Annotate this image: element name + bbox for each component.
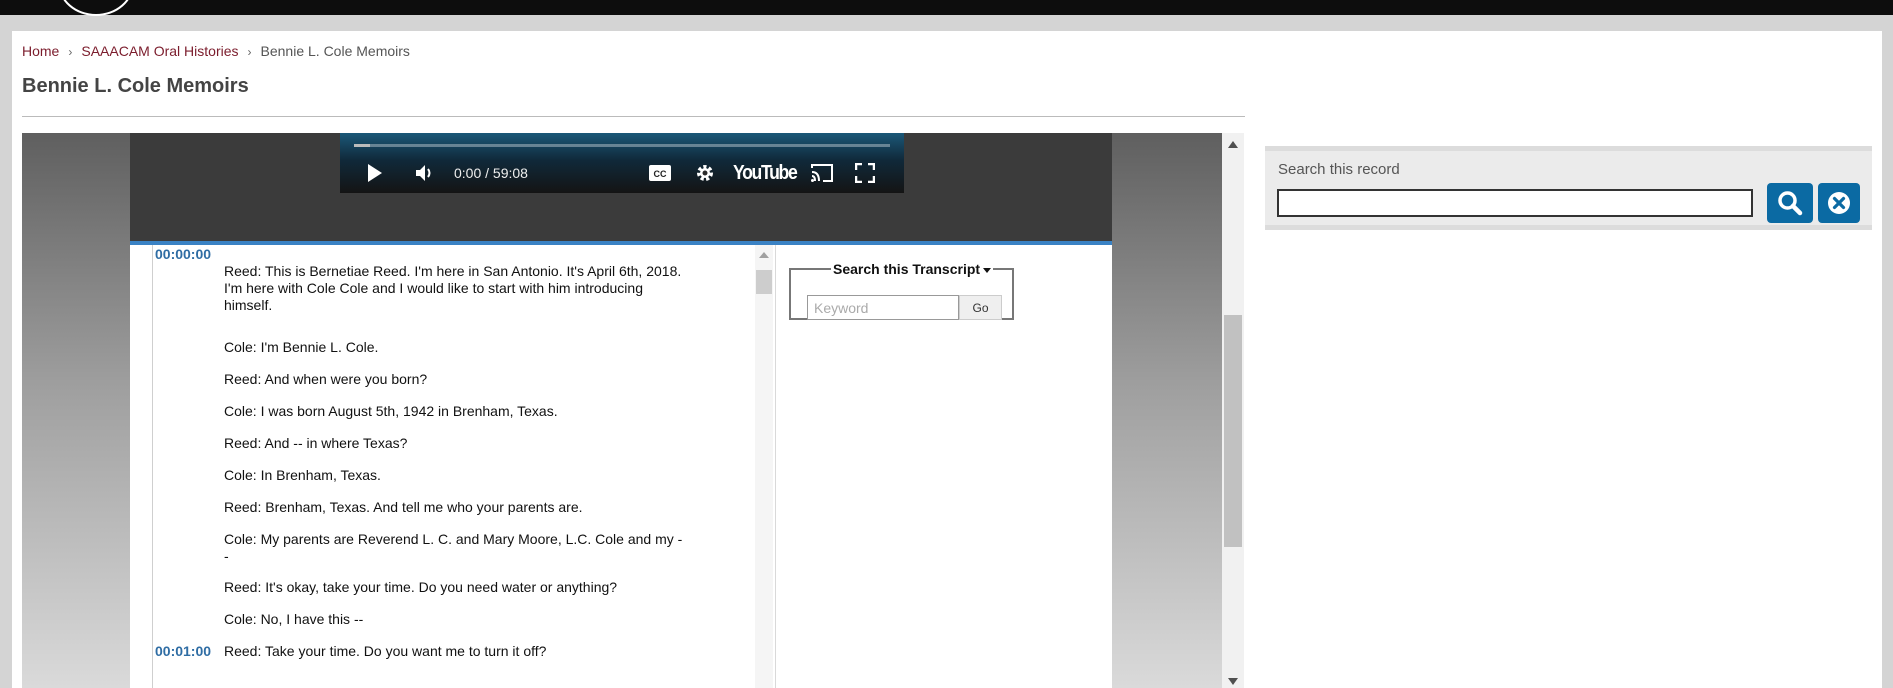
- timestamp-link[interactable]: 00:00:00: [155, 246, 211, 262]
- keyword-input[interactable]: [807, 295, 959, 320]
- transcript-line: Reed: It's okay, take your time. Do you …: [224, 579, 618, 595]
- play-button[interactable]: [360, 155, 390, 191]
- caret-down-icon: [983, 267, 992, 273]
- page-title: Bennie L. Cole Memoirs: [22, 75, 249, 97]
- transcript-pane[interactable]: 00:00:00 Reed: This is Bernetiae Reed. I…: [130, 245, 750, 688]
- transcript-line: Cole: I was born August 5th, 1942 in Bre…: [224, 403, 558, 419]
- closed-captions-icon: CC: [649, 165, 671, 181]
- svg-text:CC: CC: [654, 169, 667, 179]
- play-icon: [368, 164, 382, 182]
- top-header-bar: [0, 0, 1893, 16]
- transcript-line: Cole: I'm Bennie L. Cole.: [224, 339, 379, 355]
- breadcrumb-home-link[interactable]: Home: [22, 43, 59, 59]
- media-viewer: 0:00 / 59:08 CC YouTube 00:00:00 Reed: T…: [22, 133, 1232, 688]
- transcript-line: Reed: This is Bernetiae Reed. I'm here i…: [224, 263, 682, 313]
- video-area: 0:00 / 59:08 CC YouTube: [130, 133, 1112, 245]
- scroll-down-arrow-icon[interactable]: [1228, 678, 1238, 685]
- youtube-player[interactable]: 0:00 / 59:08 CC YouTube: [340, 133, 904, 193]
- volume-icon: [416, 165, 431, 181]
- video-progress-played: [354, 144, 371, 147]
- transcript-search-box: Search this Transcript Go: [789, 261, 1014, 320]
- record-search-input[interactable]: [1277, 189, 1753, 217]
- timestamp-link[interactable]: 00:01:00: [155, 643, 211, 659]
- settings-button[interactable]: [690, 155, 720, 191]
- youtube-logo[interactable]: YouTube: [733, 155, 798, 191]
- breadcrumb: Home › SAAACAM Oral Histories › Bennie L. Co…: [22, 43, 410, 59]
- mute-button[interactable]: [410, 155, 440, 191]
- breadcrumb-current: Bennie L. Cole Memoirs: [260, 43, 410, 59]
- record-search-button[interactable]: [1767, 183, 1813, 223]
- captions-button[interactable]: CC: [645, 155, 675, 191]
- video-time: 0:00 / 59:08: [454, 165, 528, 181]
- breadcrumb-separator-icon: ›: [247, 45, 252, 59]
- go-button[interactable]: Go: [959, 295, 1002, 320]
- transcript-line: Cole: My parents are Reverend L. C. and …: [224, 531, 683, 564]
- viewer-inner: 0:00 / 59:08 CC YouTube 00:00:00 Reed: T…: [130, 133, 1112, 688]
- player-controls: 0:00 / 59:08 CC YouTube: [340, 155, 904, 191]
- transcript-line: Reed: And when were you born?: [224, 371, 428, 387]
- viewer-scroll-thumb[interactable]: [1224, 315, 1242, 547]
- scroll-up-arrow-icon[interactable]: [759, 252, 769, 258]
- transcript-line: Cole: No, I have this --: [224, 611, 364, 627]
- title-divider: [22, 116, 1245, 117]
- fullscreen-icon: [855, 163, 875, 183]
- viewer-scrollbar[interactable]: [1222, 133, 1244, 688]
- close-circle-icon: [1828, 192, 1850, 214]
- site-logo[interactable]: [58, 0, 134, 16]
- transcript-search-divider: [775, 245, 776, 688]
- search-icon: [1778, 191, 1803, 216]
- cast-icon: [811, 164, 833, 182]
- fullscreen-button[interactable]: [850, 155, 880, 191]
- transcript-scroll-thumb[interactable]: [756, 270, 772, 294]
- transcript-search-legend[interactable]: Search this Transcript: [831, 261, 993, 277]
- transcript-scrollbar[interactable]: [755, 245, 773, 688]
- record-search-panel: Search this record: [1265, 146, 1872, 230]
- gear-icon: [697, 165, 713, 181]
- transcript-timeline-divider: [152, 245, 153, 688]
- breadcrumb-collection-link[interactable]: SAAACAM Oral Histories: [81, 43, 238, 59]
- transcript-line: Cole: In Brenham, Texas.: [224, 467, 381, 483]
- cast-button[interactable]: [807, 155, 837, 191]
- transcript-line: Reed: Take your time. Do you want me to …: [224, 643, 547, 659]
- breadcrumb-separator-icon: ›: [68, 45, 73, 59]
- video-progress-bar[interactable]: [354, 144, 890, 147]
- record-clear-button[interactable]: [1818, 183, 1860, 223]
- transcript-line: Reed: And -- in where Texas?: [224, 435, 408, 451]
- transcript-line: Reed: Brenham, Texas. And tell me who yo…: [224, 499, 583, 515]
- scroll-up-arrow-icon[interactable]: [1228, 141, 1238, 148]
- transcript-search-title: Search this Transcript: [833, 261, 981, 277]
- record-search-label: Search this record: [1278, 161, 1400, 178]
